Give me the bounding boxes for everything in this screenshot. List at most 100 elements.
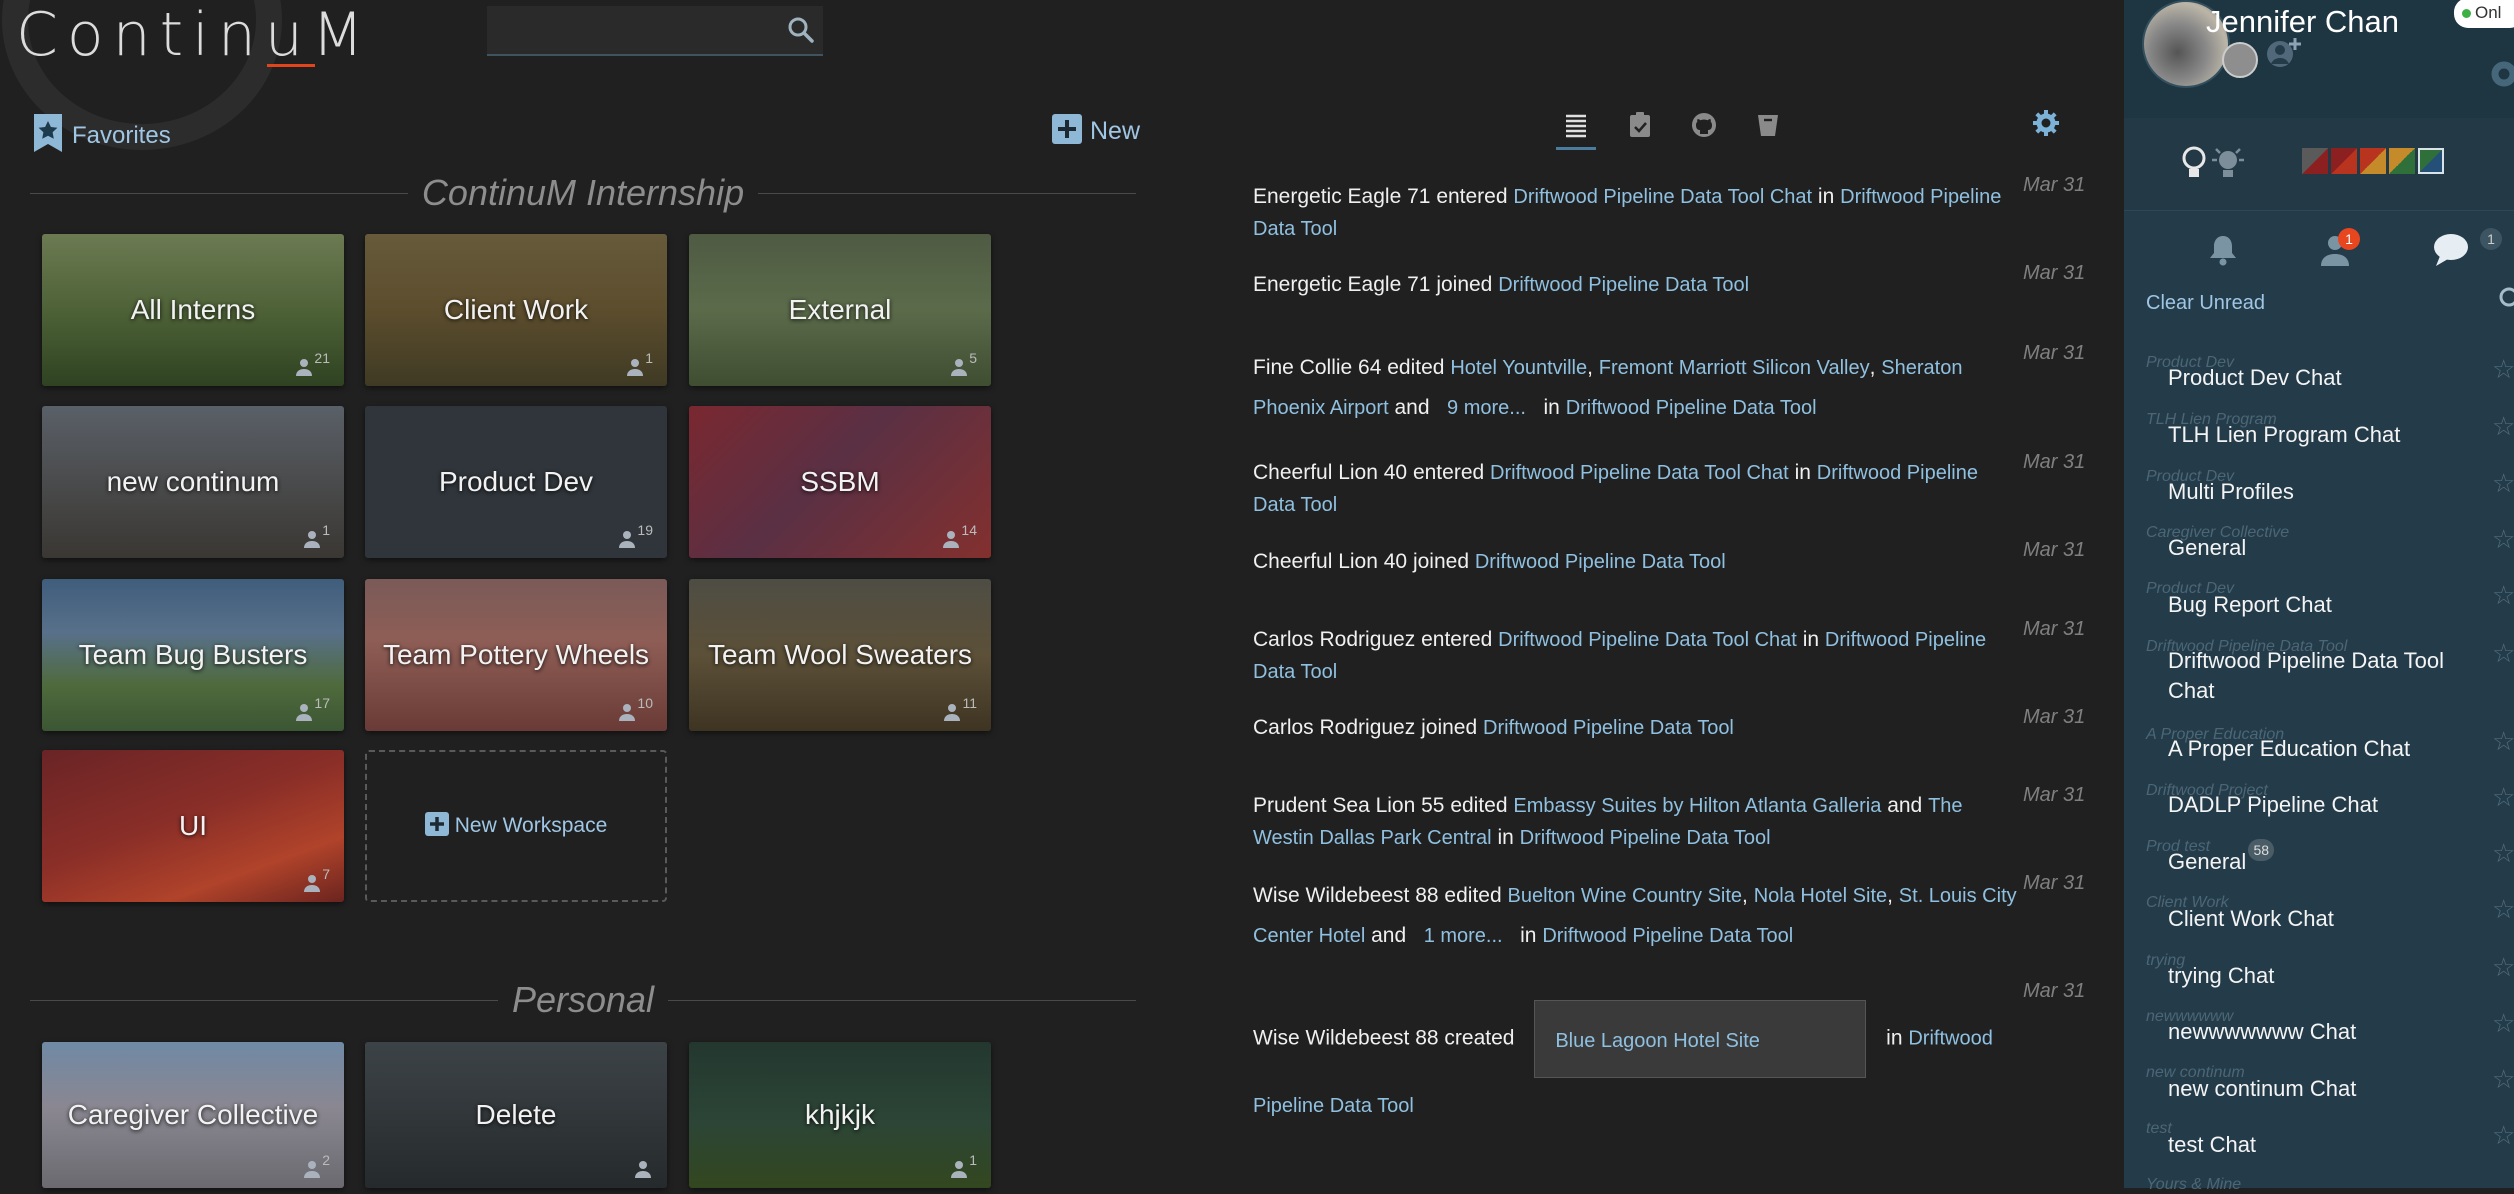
search-input[interactable]	[487, 6, 781, 56]
star-outline-icon[interactable]: ☆	[2492, 782, 2514, 813]
entry-target-link[interactable]: Driftwood Pipeline Data Tool Chat	[1498, 629, 1797, 651]
entry-in: in	[1520, 924, 1537, 947]
feed-entry: Carlos Rodriguez entered Driftwood Pipel…	[1253, 624, 2025, 688]
theme-swatch[interactable]	[2360, 148, 2386, 174]
workspace-tile[interactable]: khjkjk 1	[689, 1042, 991, 1188]
star-outline-icon[interactable]: ☆	[2492, 894, 2514, 925]
chat-list-item[interactable]: Client Work Chat	[2168, 904, 2468, 934]
entry-place-link[interactable]: Driftwood Pipeline Data Tool	[1520, 827, 1771, 849]
entry-more-link[interactable]: 1 more...	[1424, 925, 1503, 947]
entry-place-link[interactable]: Driftwood Pipeline Data Tool	[1566, 397, 1817, 419]
entry-target-link[interactable]: Driftwood Pipeline Data Tool Chat	[1490, 462, 1789, 484]
theme-swatch[interactable]	[2302, 148, 2328, 174]
search-icon[interactable]	[2496, 286, 2514, 315]
chat-list-item[interactable]: Driftwood Pipeline Data Tool Chat	[2168, 646, 2468, 706]
feed-entry: Fine Collie 64 edited Hotel Yountville, …	[1253, 356, 1963, 419]
chat-list-item[interactable]: General	[2168, 533, 2468, 563]
workspace-tile[interactable]: Caregiver Collective 2	[42, 1042, 344, 1188]
add-user-icon[interactable]	[2264, 36, 2304, 81]
entry-target-link[interactable]: Driftwood Pipeline Data Tool	[1475, 551, 1726, 573]
workspace-tile[interactable]: Client Work 1	[365, 234, 667, 386]
app-logo[interactable]: ContinuM	[16, 0, 373, 70]
workspace-tile[interactable]: new continum 1	[42, 406, 344, 558]
chat-list-item[interactable]: A Proper Education Chat	[2168, 734, 2468, 764]
entry-target-link[interactable]: Driftwood Pipeline Data Tool	[1483, 717, 1734, 739]
entry-in: in	[1802, 628, 1820, 651]
entry-item-link[interactable]: Fremont Marriott Silicon Valley	[1599, 357, 1870, 379]
workspace-tile[interactable]: Delete	[365, 1042, 667, 1188]
workspace-tile[interactable]: Product Dev 19	[365, 406, 667, 558]
chat-list-item[interactable]: DADLP Pipeline Chat	[2168, 790, 2468, 820]
entry-item-link[interactable]: Buelton Wine Country Site	[1507, 885, 1742, 907]
chat-list-item[interactable]: new continum Chat	[2168, 1074, 2468, 1104]
chat-list-item[interactable]: Multi Profiles	[2168, 477, 2468, 507]
workspace-name: All Interns	[130, 294, 256, 325]
chat-list-item[interactable]: Bug Report Chat	[2168, 590, 2468, 620]
workspace-tile[interactable]: Team Wool Sweaters 11	[689, 579, 991, 731]
favorites-button[interactable]: Favorites	[32, 114, 171, 157]
person-icon	[619, 704, 636, 721]
star-outline-icon[interactable]: ☆	[2492, 524, 2514, 555]
workspace-tile[interactable]: UI 7	[42, 750, 344, 902]
bell-icon[interactable]	[2208, 234, 2238, 271]
star-outline-icon[interactable]: ☆	[2492, 838, 2514, 869]
entry-item-link[interactable]: Nola Hotel Site	[1754, 885, 1887, 907]
star-outline-icon[interactable]: ☆	[2492, 952, 2514, 983]
theme-swatch[interactable]	[2331, 148, 2357, 174]
created-item-link[interactable]: Blue Lagoon Hotel Site	[1555, 1030, 1760, 1052]
feed-entry: Energetic Eagle 71 joined Driftwood Pipe…	[1253, 269, 2025, 301]
entry-date: Mar 31	[2023, 784, 2086, 806]
entry-item-link[interactable]: Hotel Yountville	[1450, 357, 1587, 379]
search-box[interactable]	[487, 6, 823, 56]
workspace-tile[interactable]: External 5	[689, 234, 991, 386]
theme-swatch[interactable]	[2389, 148, 2415, 174]
chat-list-item[interactable]: newwwwwww Chat	[2168, 1017, 2468, 1047]
star-outline-icon[interactable]: ☆	[2492, 354, 2514, 385]
entry-target-link[interactable]: Driftwood Pipeline Data Tool Chat	[1513, 186, 1812, 208]
star-outline-icon[interactable]: ☆	[2492, 1064, 2514, 1095]
lightbulb-dim-icon[interactable]	[2210, 146, 2246, 185]
clear-unread-link[interactable]: Clear Unread	[2146, 292, 2265, 315]
entry-more-link[interactable]: 9 more...	[1447, 397, 1526, 419]
entry-actor: Wise Wildebeest 88	[1253, 884, 1439, 907]
star-outline-icon[interactable]: ☆	[2492, 411, 2514, 442]
entry-item-link[interactable]: Embassy Suites by Hilton Atlanta Galleri…	[1513, 795, 1881, 817]
entry-target-link[interactable]: Driftwood Pipeline Data Tool	[1498, 274, 1749, 296]
chat-list-item[interactable]: TLH Lien Program Chat	[2168, 420, 2468, 450]
feed-tabs	[1556, 108, 1788, 150]
star-outline-icon[interactable]: ☆	[2492, 468, 2514, 499]
star-outline-icon[interactable]: ☆	[2492, 1008, 2514, 1039]
panel-gear-icon[interactable]	[2482, 54, 2514, 99]
star-outline-icon[interactable]: ☆	[2492, 1120, 2514, 1151]
tab-archive[interactable]	[1748, 108, 1788, 142]
star-outline-icon[interactable]: ☆	[2492, 580, 2514, 611]
theme-swatch[interactable]	[2418, 148, 2444, 174]
new-button[interactable]: New	[1052, 114, 1140, 149]
chat-list-item[interactable]: test Chat	[2168, 1130, 2468, 1160]
user-header: Jennifer Chan Onl	[2124, 0, 2514, 118]
secondary-avatar[interactable]	[2222, 42, 2258, 78]
workspace-tile[interactable]: SSBM 14	[689, 406, 991, 558]
entry-place-link[interactable]: Driftwood Pipeline Data Tool	[1542, 925, 1793, 947]
tab-tasks[interactable]	[1620, 108, 1660, 142]
workspace-tile[interactable]: Team Pottery Wheels 10	[365, 579, 667, 731]
tab-github[interactable]	[1684, 108, 1724, 142]
status-badge[interactable]: Onl	[2454, 0, 2514, 28]
search-icon[interactable]	[787, 16, 815, 49]
chat-list-item[interactable]: Product Dev Chat	[2168, 363, 2468, 393]
star-outline-icon[interactable]: ☆	[2492, 638, 2514, 669]
workspace-tile[interactable]: All Interns 21	[42, 234, 344, 386]
entry-verb: joined	[1412, 550, 1470, 573]
lightbulb-icon[interactable]	[2180, 146, 2208, 185]
chat-bubble-icon[interactable]	[2432, 232, 2470, 273]
chat-list-item[interactable]: trying Chat	[2168, 961, 2468, 991]
user-name[interactable]: Jennifer Chan	[2206, 4, 2399, 40]
star-outline-icon[interactable]: ☆	[2492, 726, 2514, 757]
workspace-tile[interactable]: Team Bug Busters 17	[42, 579, 344, 731]
tab-activity-list[interactable]	[1556, 108, 1596, 150]
chat-list-item[interactable]: General 58	[2168, 839, 2468, 877]
entry-verb: created	[1444, 1026, 1515, 1050]
feed-settings-gear-icon[interactable]	[2031, 108, 2061, 143]
new-workspace-button[interactable]: New Workspace	[365, 750, 667, 902]
created-item-card[interactable]: Blue Lagoon Hotel Site	[1534, 1000, 1867, 1078]
